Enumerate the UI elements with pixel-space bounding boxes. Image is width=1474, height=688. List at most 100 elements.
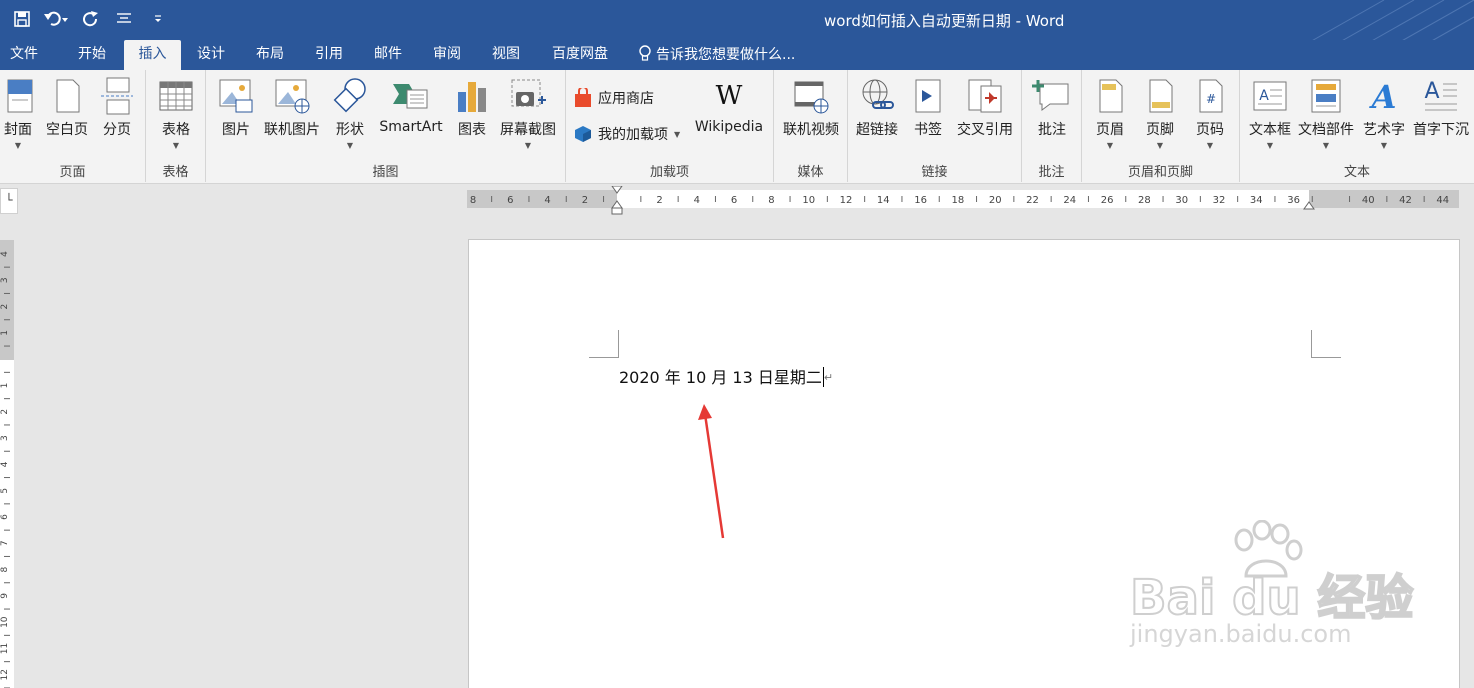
- tab-design[interactable]: 设计: [186, 40, 236, 70]
- undo-icon[interactable]: [42, 6, 70, 32]
- tab-file[interactable]: 文件: [0, 40, 48, 70]
- footer-button[interactable]: 页脚 ▼: [1138, 76, 1182, 150]
- ruler-label: 4: [0, 251, 10, 257]
- store-icon: [575, 88, 591, 107]
- touch-mode-icon[interactable]: [110, 6, 138, 32]
- page-number-button[interactable]: # 页码 ▼: [1188, 76, 1232, 150]
- red-arrow-annotation: [698, 404, 725, 539]
- ruler-label: 6: [0, 514, 10, 520]
- screenshot-button[interactable]: 屏幕截图 ▼: [496, 76, 560, 150]
- dropdown-arrow-icon: ▼: [346, 141, 354, 150]
- wordart-icon: A: [1369, 78, 1397, 116]
- ruler-label: 8: [470, 195, 476, 206]
- group-label-tables: 表格: [162, 165, 189, 180]
- shapes-button[interactable]: 形状 ▼: [328, 76, 372, 150]
- ruler-label: 44: [1436, 195, 1449, 206]
- header-button[interactable]: 页眉 ▼: [1088, 76, 1132, 150]
- page-break-button[interactable]: 分页: [96, 76, 138, 139]
- quick-parts-button[interactable]: 文档部件 ▼: [1296, 76, 1356, 150]
- ruler-label: 12: [840, 195, 853, 206]
- group-media: 联机视频 媒体: [774, 70, 848, 182]
- online-pictures-button[interactable]: 联机图片: [260, 76, 324, 139]
- redo-icon[interactable]: [76, 6, 104, 32]
- group-label-illustrations: 插图: [372, 165, 399, 180]
- tab-stop-selector[interactable]: └: [0, 188, 18, 214]
- chart-button[interactable]: 图表: [450, 76, 494, 139]
- comment-button[interactable]: 批注: [1028, 76, 1076, 139]
- bookmark-icon: [915, 79, 941, 113]
- blank-page-button[interactable]: 空白页: [42, 76, 92, 139]
- ruler-label: 1: [0, 383, 10, 389]
- date-field[interactable]: 2020 年 10 月 13 日星期二: [619, 368, 822, 387]
- ruler-label: 2: [582, 195, 588, 206]
- ruler-label: 8: [0, 566, 10, 572]
- group-label-addins: 加载项: [649, 165, 689, 180]
- group-label-header-footer: 页眉和页脚: [1127, 165, 1193, 180]
- drop-cap-button[interactable]: A 首字下沉: [1410, 76, 1472, 139]
- my-addins-button[interactable]: 我的加载项 ▼: [574, 124, 680, 144]
- dropdown-arrow-icon: ▼: [1322, 141, 1330, 150]
- ruler-label: 9: [0, 593, 10, 599]
- svg-text:A: A: [1369, 78, 1397, 116]
- group-label-text: 文本: [1343, 165, 1370, 180]
- ruler-label: 6: [731, 195, 737, 206]
- group-label-links: 链接: [921, 165, 948, 180]
- smartart-button[interactable]: SmartArt: [374, 76, 448, 135]
- table-button[interactable]: 表格 ▼: [154, 76, 198, 150]
- vertical-ruler[interactable]: 4 3 2 1 1 2 3 4 5 6 7 8 9 10 11 12: [0, 240, 14, 688]
- window-title: word如何插入自动更新日期 - Word: [824, 12, 1065, 30]
- ruler-label: 24: [1063, 195, 1076, 206]
- cover-page-button[interactable]: 封面 ▼: [0, 76, 36, 150]
- indent-marker-icon[interactable]: [611, 186, 623, 216]
- hyperlink-button[interactable]: 超链接: [852, 76, 902, 139]
- right-indent-marker-icon[interactable]: [1303, 200, 1315, 210]
- dropdown-arrow-icon: ▼: [172, 141, 180, 150]
- crop-mark-left: [589, 330, 619, 358]
- hyperlink-icon: [862, 79, 894, 109]
- store-button[interactable]: 应用商店: [574, 88, 654, 108]
- ruler-label: 10: [0, 616, 10, 628]
- online-picture-icon: [275, 79, 310, 114]
- tab-layout[interactable]: 布局: [245, 40, 295, 70]
- wordart-button[interactable]: A 艺术字 ▼: [1358, 76, 1410, 150]
- online-video-icon: [794, 81, 829, 114]
- online-video-button[interactable]: 联机视频: [778, 76, 844, 139]
- tab-insert[interactable]: 插入: [124, 40, 181, 70]
- tab-review[interactable]: 审阅: [422, 40, 472, 70]
- ruler-label: 4: [694, 195, 700, 206]
- bookmark-button[interactable]: 书签: [906, 76, 950, 139]
- vertical-ruler-ticks: 4321123456789101112: [0, 251, 10, 688]
- ruler-label: 3: [0, 435, 10, 441]
- ruler-label: 34: [1250, 195, 1263, 206]
- tell-me-box[interactable]: 告诉我您想要做什么...: [638, 44, 795, 64]
- lightbulb-icon: [639, 45, 651, 61]
- document-text-line[interactable]: 2020 年 10 月 13 日星期二 ↵: [619, 364, 833, 388]
- tab-view[interactable]: 视图: [481, 40, 531, 70]
- tab-baidu-netdisk[interactable]: 百度网盘: [540, 40, 620, 70]
- horizontal-ruler[interactable]: 8 6 4 2 2 4 6 8 10 12 14 16 18 20 22 24 26 28 30 32 34 36 40 42…: [467, 186, 1459, 215]
- tab-home[interactable]: 开始: [66, 40, 118, 70]
- save-icon[interactable]: [8, 6, 36, 32]
- ruler-label: 28: [1138, 195, 1151, 206]
- group-illustrations: 图片 联机图片 形状 ▼ SmartArt 图表 屏幕截图 ▼ 插图: [206, 70, 566, 182]
- dropdown-arrow-icon: ▼: [1106, 141, 1114, 150]
- text-box-button[interactable]: A 文本框 ▼: [1244, 76, 1296, 150]
- tab-references[interactable]: 引用: [304, 40, 354, 70]
- dropdown-arrow-icon: ▼: [1206, 141, 1214, 150]
- ruler-label: 3: [0, 277, 10, 283]
- ruler-label: 5: [0, 488, 10, 494]
- customize-qat-icon[interactable]: [144, 6, 172, 32]
- cross-reference-button[interactable]: 交叉引用: [952, 76, 1018, 139]
- wikipedia-button[interactable]: W Wikipedia: [690, 76, 768, 135]
- ruler-label: 14: [877, 195, 890, 206]
- ruler-label: 10: [802, 195, 815, 206]
- pictures-button[interactable]: 图片: [214, 76, 258, 139]
- screenshot-icon: [511, 79, 546, 107]
- smartart-icon: [393, 84, 428, 109]
- svg-text:A: A: [1424, 79, 1439, 104]
- tab-mailings[interactable]: 邮件: [363, 40, 413, 70]
- dropdown-arrow-icon: ▼: [1380, 141, 1388, 150]
- dropdown-arrow-icon: ▼: [1156, 141, 1164, 150]
- paragraph-mark-icon: ↵: [823, 371, 834, 384]
- ruler-label: 4: [0, 461, 10, 467]
